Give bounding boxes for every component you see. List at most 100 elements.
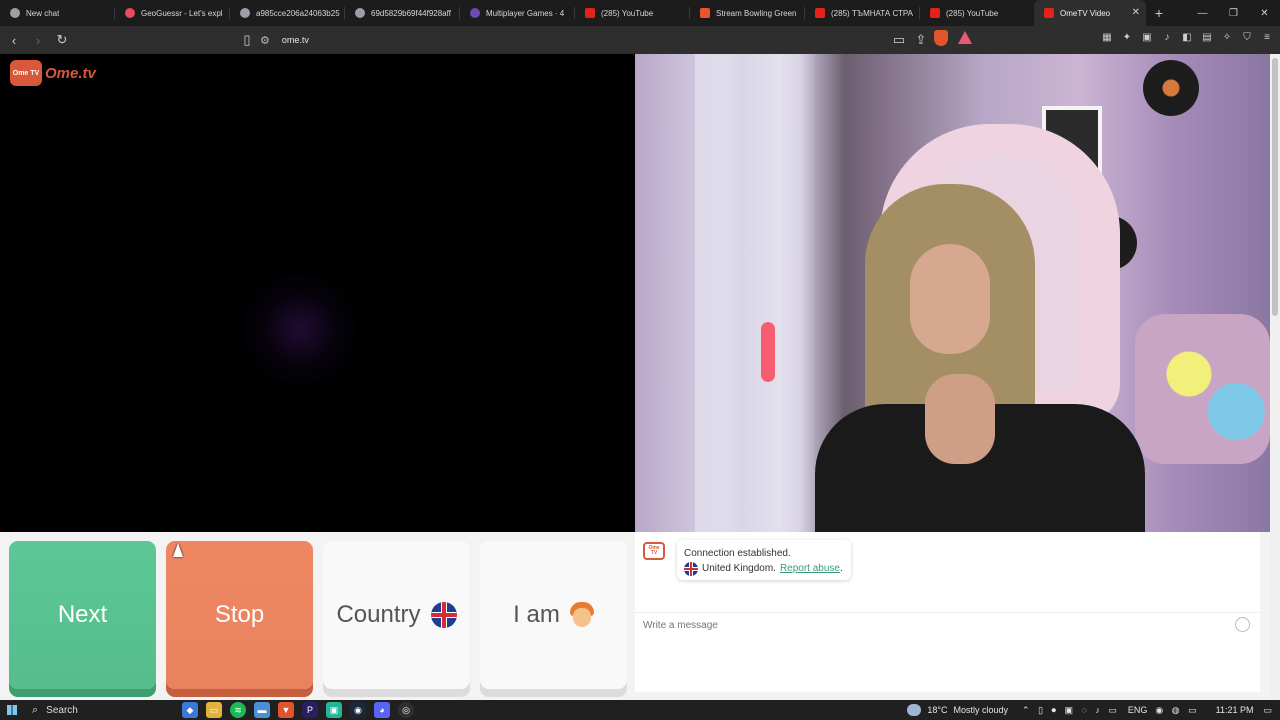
rewards-icon[interactable] (958, 31, 972, 44)
page-scrollbar[interactable] (1270, 54, 1280, 700)
clock[interactable]: 11:21 PM (1216, 705, 1254, 715)
music-icon[interactable]: ♪ (1160, 30, 1174, 44)
tab-geoguessr[interactable]: GeoGuessr - Let's expl (115, 0, 229, 26)
youtube-icon (1044, 8, 1054, 18)
video-person-face (910, 244, 990, 354)
site-info-icon[interactable]: ⚙ (260, 34, 270, 47)
bookmark-icon[interactable]: ▯ (237, 30, 257, 50)
tab-favicon-icon (10, 8, 20, 18)
premiere-icon[interactable]: P (302, 702, 318, 718)
uk-flag-icon (684, 561, 698, 576)
country-button[interactable]: Country (323, 541, 470, 689)
ometv-page: Ome TV Ome.tv Next Stop Country I am Ome… (0, 54, 1270, 700)
reload-icon[interactable]: ↻ (52, 30, 72, 50)
map-pin-icon (125, 8, 135, 18)
tab-youtube-3[interactable]: (285) YouTube (920, 0, 1034, 26)
forward-icon[interactable]: › (28, 30, 48, 50)
tab-title: (285) ТЪМНАТА СТРА (831, 8, 913, 18)
tab-hash-2[interactable]: 69d5829b69f44f928aff (345, 0, 459, 26)
brave-icon[interactable]: ▼ (278, 702, 294, 718)
tab-title: (285) YouTube (601, 8, 654, 18)
vpn-icon[interactable]: ⛉ (1240, 30, 1254, 44)
next-button[interactable]: Next (9, 541, 156, 689)
steam-icon[interactable]: ◉ (350, 702, 366, 718)
network-sound-icons[interactable]: ◉ ◍ ▭ (1155, 705, 1199, 716)
taskbar-search[interactable]: ⌕ Search (32, 704, 182, 717)
back-icon[interactable]: ‹ (4, 30, 24, 50)
share-icon[interactable]: ⇪ (911, 30, 931, 50)
iam-label: I am (513, 601, 560, 628)
minimize-icon[interactable]: — (1187, 0, 1218, 26)
youtube-icon (585, 8, 595, 18)
sidebar-icon[interactable]: ◧ (1180, 30, 1194, 44)
language-indicator[interactable]: ENG (1128, 705, 1148, 715)
remote-video (635, 54, 1270, 532)
tab-favicon-icon (355, 8, 365, 18)
message-input[interactable] (643, 617, 1223, 633)
browser-toolbar: ‹ › ↻ ▯ ⚙ ome.tv ▭ ⇪ ▦ ✦ ▣ ♪ ◧ ▤ ✧ ⛉ ≡ (0, 26, 1280, 54)
cloudy-icon (907, 704, 922, 716)
ometv-logo[interactable]: Ome TV Ome.tv (10, 60, 96, 86)
system-message: Connection established. United Kingdom. … (677, 540, 851, 580)
discord-icon[interactable]: ◕ (374, 702, 390, 718)
game-icon (470, 8, 480, 18)
restore-icon[interactable]: ❐ (1218, 0, 1249, 26)
url-text[interactable]: ome.tv (282, 35, 309, 45)
extension-icon[interactable]: ▦ (1100, 30, 1114, 44)
logo-tv-icon: Ome TV (10, 60, 42, 86)
wallet-icon[interactable]: ▤ (1200, 30, 1214, 44)
youtube-icon (930, 8, 940, 18)
video-person-hand (925, 374, 995, 464)
copilot-icon[interactable]: ◆ (182, 702, 198, 718)
connection-message: Connection established. (684, 548, 791, 559)
tab-favicon-icon (240, 8, 250, 18)
tab-title: OmeTV Video (1060, 8, 1111, 18)
menu-icon[interactable]: ≡ (1260, 30, 1274, 44)
tab-ometv[interactable]: OmeTV Video ✕ (1034, 0, 1146, 26)
dark-camera-glow (240, 274, 360, 384)
screenshot-icon[interactable]: ▣ (1140, 30, 1154, 44)
tab-multiplayer-games[interactable]: Multiplayer Games · 4 (460, 0, 574, 26)
obs-icon[interactable]: ◎ (398, 702, 414, 718)
close-window-icon[interactable]: ✕ (1249, 0, 1280, 26)
mouse-cursor-icon (173, 543, 183, 557)
puzzle-icon[interactable]: ✦ (1120, 30, 1134, 44)
close-tab-icon[interactable]: ✕ (1132, 7, 1140, 18)
tab-title: New chat (26, 8, 60, 18)
taskbar-apps: ◆ ▭ ≋ ▬ ▼ P ▣ ◉ ◕ ◎ (182, 702, 414, 718)
search-label: Search (46, 704, 78, 716)
app-icon[interactable]: ▬ (254, 702, 270, 718)
brave-shield-icon[interactable] (934, 30, 948, 46)
tab-title: a985cce206a24063b25 (256, 8, 340, 18)
weather-widget[interactable]: 18°C Mostly cloudy (907, 704, 1008, 716)
notification-icon[interactable]: ▭ (1263, 705, 1272, 716)
spotify-icon[interactable]: ≋ (230, 702, 246, 718)
video-vinyl-record (1143, 60, 1199, 116)
tab-youtube-1[interactable]: (285) YouTube (575, 0, 689, 26)
new-tab-button[interactable]: + (1146, 0, 1172, 26)
system-tray: 18°C Mostly cloudy ⌃ ▯ ⏺ ▣ ◌ ♪ ▭ ENG ◉ ◍… (907, 700, 1280, 720)
country-label: Country (336, 601, 421, 628)
control-panel: Next Stop Country I am (0, 532, 635, 700)
stop-label: Stop (214, 601, 265, 628)
gender-button[interactable]: I am (480, 541, 627, 689)
partner-country: United Kingdom. (702, 563, 776, 574)
app-green-icon[interactable]: ▣ (326, 702, 342, 718)
stream-icon (700, 8, 710, 18)
tray-icons[interactable]: ⌃ ▯ ⏺ ▣ ◌ ♪ ▭ (1022, 705, 1120, 716)
file-explorer-icon[interactable]: ▭ (206, 702, 222, 718)
tab-youtube-2[interactable]: (285) ТЪМНАТА СТРА (805, 0, 919, 26)
tab-hash-1[interactable]: a985cce206a24063b25 (230, 0, 344, 26)
scrollbar-thumb[interactable] (1272, 58, 1278, 316)
report-abuse-link[interactable]: Report abuse (780, 561, 840, 576)
emoji-icon[interactable] (1235, 617, 1250, 632)
tab-title: Stream Bowling Green (716, 8, 797, 18)
start-button[interactable] (0, 700, 24, 720)
tab-stream-bowling-green[interactable]: Stream Bowling Green (690, 0, 804, 26)
leo-icon[interactable]: ✧ (1220, 30, 1234, 44)
tab-new-chat[interactable]: New chat (0, 0, 114, 26)
stop-button[interactable]: Stop (166, 541, 313, 689)
uk-flag-icon (430, 602, 457, 628)
tab-title: 69d5829b69f44f928aff (371, 8, 451, 18)
cast-icon[interactable]: ▭ (889, 30, 909, 50)
